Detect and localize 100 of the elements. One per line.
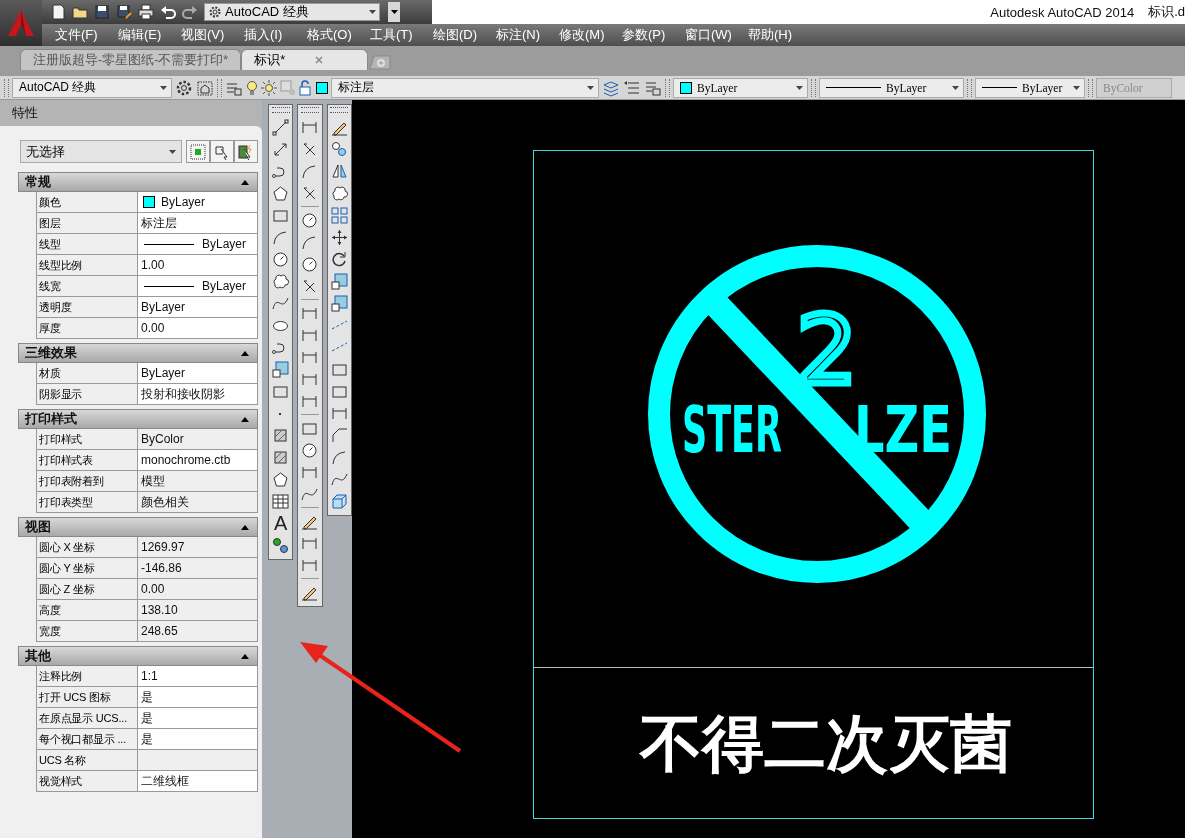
caret-icon xyxy=(369,10,376,14)
double-arrow-line-icon[interactable] xyxy=(272,140,290,158)
property-label: 打印表类型 xyxy=(37,492,138,513)
property-label: 图层 xyxy=(37,213,138,234)
open-folder-icon[interactable] xyxy=(72,4,88,20)
move-icon[interactable] xyxy=(330,228,348,246)
circle-icon[interactable] xyxy=(301,441,319,459)
section-header[interactable]: 常规 xyxy=(18,172,258,192)
lineweight-dropdown[interactable]: ByLayer xyxy=(975,77,1085,98)
arc-icon[interactable] xyxy=(330,448,348,466)
corner-icon[interactable] xyxy=(330,426,348,444)
menu-item[interactable]: 视图(V) xyxy=(181,26,231,44)
cube-icon[interactable] xyxy=(330,492,348,510)
menu-item[interactable]: 标注(N) xyxy=(496,26,546,44)
property-value[interactable]: 投射和接收阴影 xyxy=(138,384,257,405)
text-tool-button[interactable]: A xyxy=(274,512,288,534)
customize-button[interactable] xyxy=(388,2,400,22)
property-value[interactable]: ByLayer xyxy=(138,363,257,384)
tool-button[interactable] xyxy=(234,140,258,163)
property-label: 打开 UCS 图标 xyxy=(37,687,138,708)
section-header[interactable]: 视图 xyxy=(18,517,258,537)
caret-icon xyxy=(160,85,167,90)
scale-icon[interactable] xyxy=(272,360,290,378)
menu-item[interactable]: 工具(T) xyxy=(370,26,420,44)
quick-select-icon xyxy=(237,142,255,161)
document-tab[interactable]: 注册版超导-零星图纸-不需要打印* xyxy=(20,49,242,70)
circle-icon[interactable] xyxy=(301,211,319,229)
circle-icon[interactable] xyxy=(301,255,319,273)
section-header[interactable]: 其他 xyxy=(18,646,258,666)
linetype-dropdown[interactable]: ByLayer xyxy=(819,77,964,98)
caret-icon xyxy=(952,85,959,90)
scale-icon[interactable] xyxy=(330,294,348,312)
save-as-icon[interactable] xyxy=(116,4,132,20)
cloud-icon[interactable] xyxy=(272,272,290,290)
property-value[interactable]: 1.00 xyxy=(138,255,257,276)
property-label: 颜色 xyxy=(37,192,138,213)
line-icon[interactable] xyxy=(272,118,290,136)
circle-icon[interactable] xyxy=(272,250,290,268)
menu-item[interactable]: 帮助(H) xyxy=(748,26,798,44)
print-icon[interactable] xyxy=(138,4,154,20)
workspace-dropdown[interactable]: AutoCAD 经典 xyxy=(204,3,380,21)
property-value[interactable]: 是 xyxy=(138,687,257,708)
cloud-icon[interactable] xyxy=(330,184,348,202)
property-value[interactable]: 0.00 xyxy=(138,318,257,339)
section-header[interactable]: 打印样式 xyxy=(18,409,258,429)
property-value[interactable]: 标注层 xyxy=(138,213,257,234)
section-header[interactable]: 三维效果 xyxy=(18,343,258,363)
menu-item[interactable]: 窗口(W) xyxy=(685,26,735,44)
rotate-icon[interactable] xyxy=(330,250,348,268)
menu-item[interactable]: 参数(P) xyxy=(622,26,672,44)
menu-item[interactable]: 格式(O) xyxy=(307,26,357,44)
property-label: 透明度 xyxy=(37,297,138,318)
scale-icon[interactable] xyxy=(330,272,348,290)
color-dropdown[interactable]: ByLayer xyxy=(673,77,808,98)
property-label: 材质 xyxy=(37,363,138,384)
two-circles-icon[interactable] xyxy=(330,140,348,158)
document-tab[interactable]: 标识* xyxy=(241,49,369,70)
two-dots-icon[interactable] xyxy=(272,536,290,554)
pentagon-icon[interactable] xyxy=(272,470,290,488)
hatch-icon[interactable] xyxy=(272,426,290,444)
property-label: 打印表附着到 xyxy=(37,471,138,492)
lock-icon xyxy=(299,79,313,96)
light-bulb-icon xyxy=(246,79,258,96)
new-file-icon[interactable] xyxy=(50,4,66,20)
close-icon[interactable] xyxy=(315,56,324,64)
mirror-icon[interactable] xyxy=(330,162,348,180)
property-value[interactable]: monochrome.ctb xyxy=(138,450,257,471)
workspace-dropdown[interactable]: AutoCAD 经典 xyxy=(12,77,172,98)
hatch-icon[interactable] xyxy=(272,448,290,466)
pentagon-icon[interactable] xyxy=(272,184,290,202)
property-value[interactable]: ByLayer xyxy=(138,297,257,318)
property-label: 每个视口都显示 ... xyxy=(37,729,138,750)
triangle-logo-icon xyxy=(7,8,35,38)
property-value[interactable]: ByLayer xyxy=(138,234,257,255)
panel-title: 特性 xyxy=(11,104,39,122)
table-icon[interactable] xyxy=(272,492,290,510)
undo-icon[interactable] xyxy=(160,4,176,20)
property-label: 圆心 Z 坐标 xyxy=(37,579,138,600)
maximize-icon[interactable] xyxy=(196,78,214,97)
redo-icon[interactable] xyxy=(182,4,198,20)
property-value[interactable]: ByLayer xyxy=(138,276,257,297)
menu-item[interactable]: 插入(I) xyxy=(244,26,294,44)
property-label: 宽度 xyxy=(37,621,138,642)
menu-item[interactable]: 编辑(E) xyxy=(118,26,168,44)
viewport-icon xyxy=(280,79,296,96)
layer-dropdown[interactable]: 标注层 xyxy=(331,77,599,98)
menu-item[interactable]: 修改(M) xyxy=(559,26,609,44)
gear-icon[interactable] xyxy=(175,78,193,97)
property-value[interactable]: 二维线框 xyxy=(138,771,257,792)
property-value[interactable]: 是 xyxy=(138,729,257,750)
save-icon[interactable] xyxy=(94,4,110,20)
property-value[interactable]: 是 xyxy=(138,708,257,729)
menu-item[interactable]: 文件(F) xyxy=(55,26,105,44)
property-value[interactable]: 1:1 xyxy=(138,666,257,687)
selection-dropdown[interactable]: 无选择 xyxy=(20,140,182,163)
property-value[interactable]: ByLayer xyxy=(138,192,257,213)
tool-button[interactable] xyxy=(210,140,234,163)
menu-item[interactable]: 绘图(D) xyxy=(433,26,483,44)
layer-states-icon[interactable] xyxy=(602,78,620,97)
layer-previous-icon[interactable] xyxy=(623,78,641,97)
